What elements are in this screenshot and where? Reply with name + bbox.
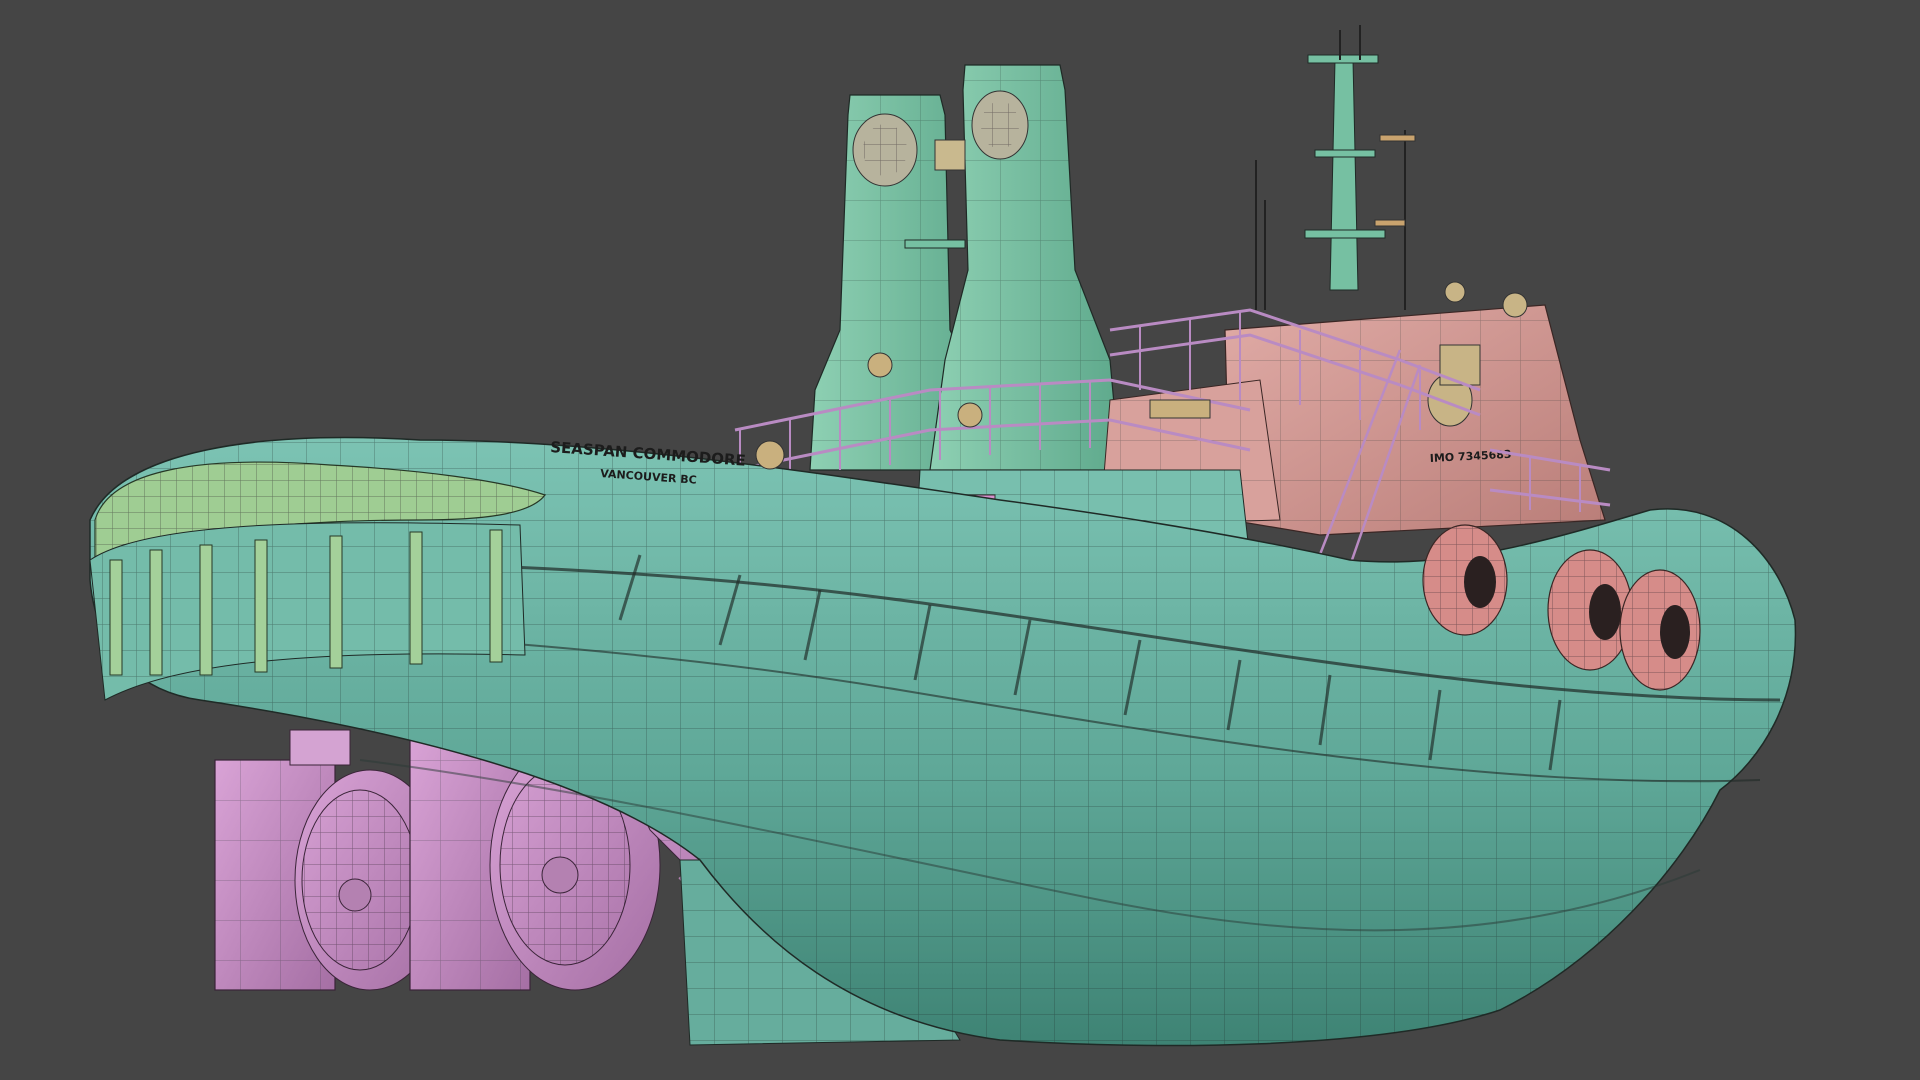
tugboat-wireframe-render: IMO 7345683 SEASPAN COMMODORE VANCOUVER … <box>89 25 1797 1047</box>
tire-fender-3 <box>1619 569 1701 691</box>
model-viewport[interactable]: IMO 7345683 SEASPAN COMMODORE VANCOUVER … <box>0 0 1920 1080</box>
tire-fender-1 <box>1422 524 1508 636</box>
radar-mast <box>1255 25 1416 310</box>
tire-fender-2 <box>1547 549 1633 671</box>
